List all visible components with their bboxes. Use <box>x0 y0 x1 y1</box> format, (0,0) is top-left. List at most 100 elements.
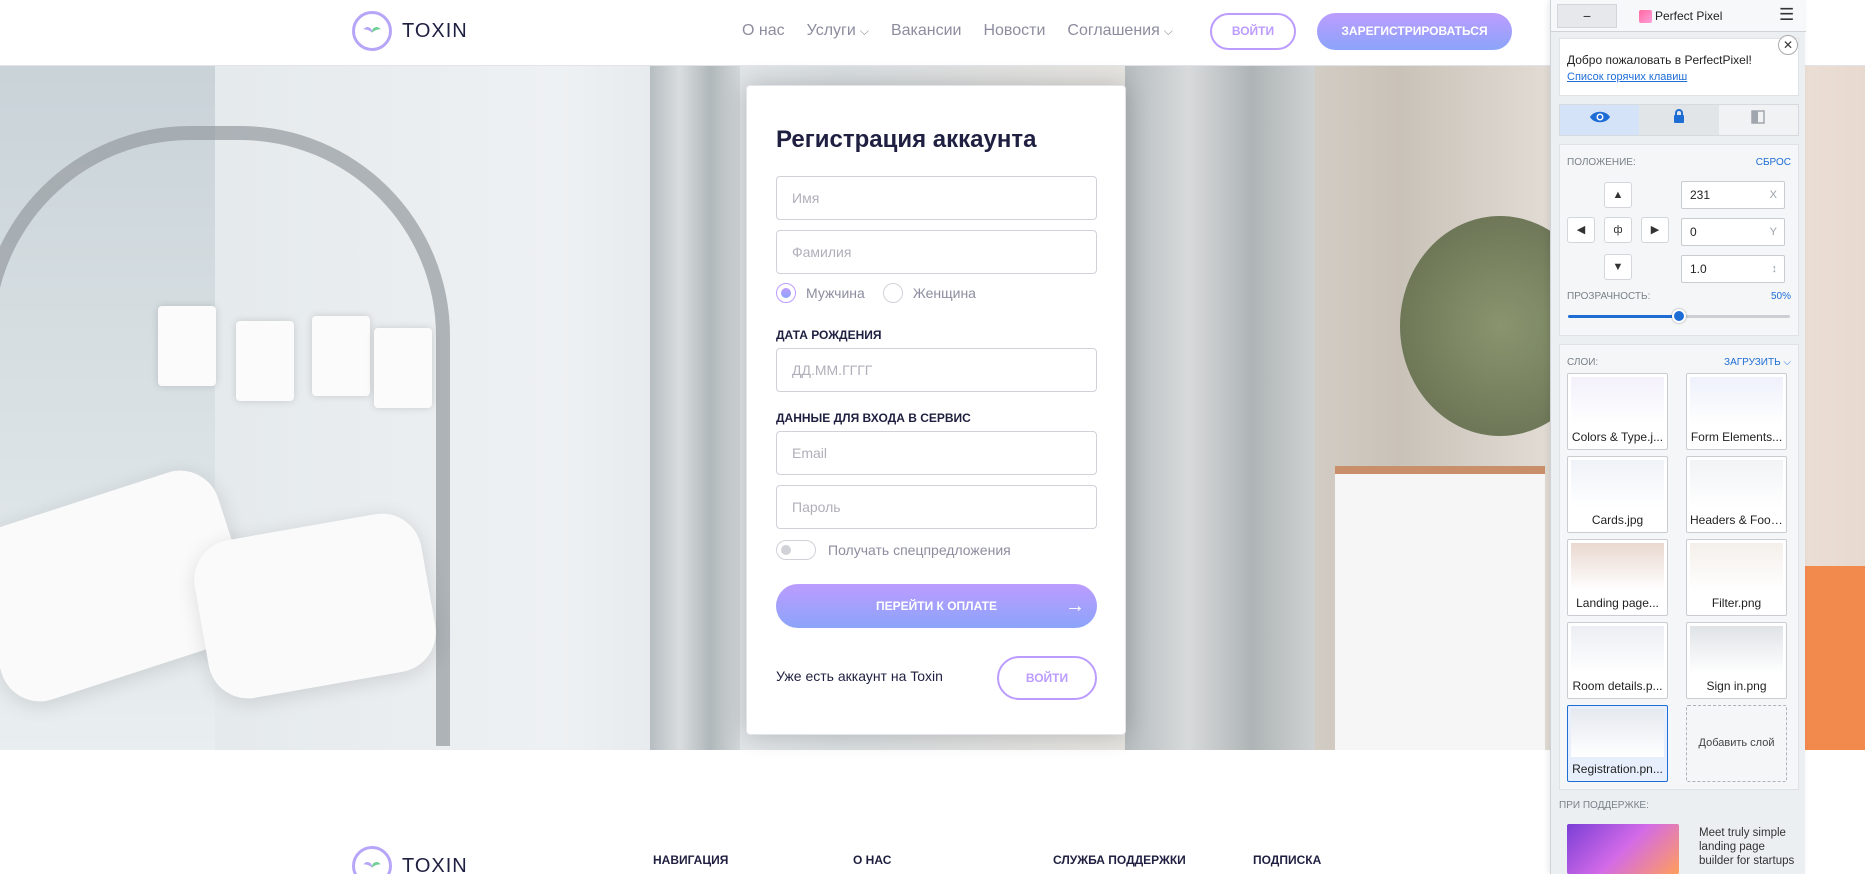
pp-support-label: ПРИ ПОДДЕРЖКЕ: <box>1559 800 1649 811</box>
pp-welcome-text: Добро пожаловать в PerfectPixel! <box>1567 53 1752 67</box>
pp-scale-input[interactable]: 1.0 ↕ <box>1681 255 1785 283</box>
nav-label: Услуги <box>806 22 856 39</box>
registration-card: Регистрация аккаунта Имя Фамилия Мужчина… <box>746 85 1126 735</box>
pp-y-suffix: Y <box>1769 226 1777 238</box>
pp-layer-item[interactable]: Colors & Type.j... <box>1567 373 1668 450</box>
password-placeholder: Пароль <box>792 499 841 515</box>
last-name-input[interactable]: Фамилия <box>776 230 1097 274</box>
center-button[interactable]: ф <box>1604 217 1632 243</box>
main-nav: О нас Услуги ⌵ Вакансии Новости Соглашени… <box>742 22 1173 40</box>
pp-ad-image[interactable] <box>1567 824 1679 874</box>
logo-icon <box>352 11 392 51</box>
gender-female-label: Женщина <box>912 285 976 301</box>
pp-layer-item[interactable]: Room details.p... <box>1567 622 1668 699</box>
nav-item-news[interactable]: Новости <box>983 22 1045 40</box>
invert-icon[interactable] <box>1718 105 1798 135</box>
pp-layer-item[interactable]: Headers & Foot... <box>1686 456 1787 533</box>
pp-layer-item[interactable]: Registration.pn... <box>1567 705 1668 782</box>
card-login-button[interactable]: ВОЙТИ <box>997 656 1097 700</box>
email-placeholder: Email <box>792 445 828 461</box>
dob-input[interactable]: ДД.ММ.ГГГГ <box>776 348 1097 392</box>
offers-toggle[interactable] <box>776 540 816 560</box>
nav-item-services[interactable]: Услуги ⌵ <box>807 22 869 40</box>
register-button[interactable]: ЗАРЕГИСТРИРОВАТЬСЯ <box>1317 13 1512 50</box>
hero-curtain <box>1125 66 1315 750</box>
pp-opacity-label: ПРОЗРАЧНОСТЬ: <box>1567 291 1651 302</box>
pp-layer-name: Colors & Type.j... <box>1571 430 1664 444</box>
footer-heading-about: О НАС <box>853 853 892 867</box>
pp-x-input[interactable]: 231 X <box>1681 181 1785 209</box>
gender-male-label: Мужчина <box>806 285 865 301</box>
pp-layer-thumbnail <box>1571 460 1664 508</box>
login-section-label: ДАННЫЕ ДЛЯ ВХОДА В СЕРВИС <box>776 411 971 425</box>
pp-title: Perfect Pixel <box>1655 9 1723 23</box>
lock-icon[interactable] <box>1639 105 1718 135</box>
pp-position-label: ПОЛОЖЕНИЕ: <box>1567 157 1636 168</box>
hamburger-menu-icon[interactable]: ☰ <box>1779 5 1794 25</box>
perfectpixel-logo-icon <box>1639 10 1652 23</box>
pp-add-layer-button[interactable]: Добавить слой <box>1686 705 1787 782</box>
gender-female-radio[interactable]: Женщина <box>882 283 976 303</box>
pp-ad-text[interactable]: Meet truly simple landing page builder f… <box>1699 826 1799 868</box>
registration-title: Регистрация аккаунта <box>776 126 1037 153</box>
offers-toggle-label: Получать спецпредложения <box>828 542 1011 558</box>
arrow-left-button[interactable]: ◀ <box>1567 217 1595 243</box>
pp-mode-tabs <box>1559 104 1799 136</box>
logo-icon <box>352 846 392 874</box>
pp-layer-item[interactable]: Cards.jpg <box>1567 456 1668 533</box>
eye-icon[interactable] <box>1560 105 1640 135</box>
footer-logo-text: TOXIN <box>402 854 468 874</box>
first-name-input[interactable]: Имя <box>776 176 1097 220</box>
radio-selected-icon <box>776 283 796 303</box>
pp-reset-link[interactable]: СБРОС <box>1756 157 1791 168</box>
gender-male-radio[interactable]: Мужчина <box>776 283 865 303</box>
pp-layer-item[interactable]: Landing page... <box>1567 539 1668 616</box>
login-button[interactable]: ВОЙТИ <box>1210 13 1296 50</box>
footer-logo[interactable]: TOXIN <box>352 846 468 874</box>
close-icon[interactable]: ✕ <box>1778 35 1798 55</box>
pp-layer-item[interactable]: Sign in.png <box>1686 622 1787 699</box>
proceed-to-payment-button[interactable]: ПЕРЕЙТИ К ОПЛАТЕ → <box>776 584 1097 628</box>
logo[interactable]: TOXIN <box>352 11 468 51</box>
pp-layer-name: Form Elements... <box>1690 430 1783 444</box>
nav-label: Соглашения <box>1067 22 1160 39</box>
pp-layer-name: Registration.pn... <box>1572 762 1663 776</box>
pp-hotkeys-link[interactable]: Список горячих клавиш <box>1567 71 1791 83</box>
email-input[interactable]: Email <box>776 431 1097 475</box>
pp-y-input[interactable]: 0Y <box>1681 218 1785 246</box>
pp-layer-thumbnail <box>1690 543 1783 591</box>
pp-scale-suffix: ↕ <box>1771 263 1778 275</box>
pp-x-suffix: X <box>1769 189 1777 201</box>
footer-heading-support: СЛУЖБА ПОДДЕРЖКИ <box>1053 853 1186 867</box>
pp-upload-link[interactable]: ЗАГРУЗИТЬ ⌵ <box>1724 357 1791 368</box>
arrow-down-button[interactable]: ▼ <box>1604 254 1632 280</box>
gender-radio-group: Мужчина Женщина <box>776 283 976 303</box>
offers-toggle-row: Получать спецпредложения <box>776 540 1011 560</box>
nav-item-vacancies[interactable]: Вакансии <box>891 22 962 40</box>
dob-placeholder: ДД.ММ.ГГГГ <box>792 362 873 378</box>
pp-layer-item[interactable]: Form Elements... <box>1686 373 1787 450</box>
pp-scale-value: 1.0 <box>1690 262 1707 276</box>
arrow-up-button[interactable]: ▲ <box>1604 182 1632 208</box>
nav-item-about[interactable]: О нас <box>742 22 785 40</box>
nav-item-agreements[interactable]: Соглашения ⌵ <box>1067 22 1172 40</box>
password-input[interactable]: Пароль <box>776 485 1097 529</box>
footer-heading-navigation: НАВИГАЦИЯ <box>653 853 729 867</box>
arrow-right-button[interactable]: ▶ <box>1641 217 1669 243</box>
hero-lamp <box>158 306 216 386</box>
pp-opacity-thumb[interactable] <box>1672 309 1686 323</box>
arrow-right-icon: → <box>1065 595 1085 617</box>
perfectpixel-panel: − Perfect Pixel ☰ Добро пожаловать в Per… <box>1550 0 1806 874</box>
pp-welcome-box: Добро пожаловать в PerfectPixel! Список … <box>1559 38 1799 96</box>
pp-layer-item[interactable]: Filter.png <box>1686 539 1787 616</box>
chevron-down-icon: ⌵ <box>1163 23 1173 38</box>
pp-layer-name: Sign in.png <box>1706 679 1767 693</box>
nav-label: Новости <box>983 22 1046 39</box>
radio-unselected-icon <box>882 283 903 303</box>
pp-titlebar: − Perfect Pixel ☰ <box>1551 0 1806 32</box>
pp-layer-name: Filter.png <box>1711 596 1762 610</box>
pp-opacity-slider[interactable] <box>1568 309 1790 323</box>
pp-minimize-button[interactable]: − <box>1557 4 1617 28</box>
hero-cabinet <box>1335 466 1545 750</box>
pp-layer-thumbnail <box>1690 626 1783 674</box>
